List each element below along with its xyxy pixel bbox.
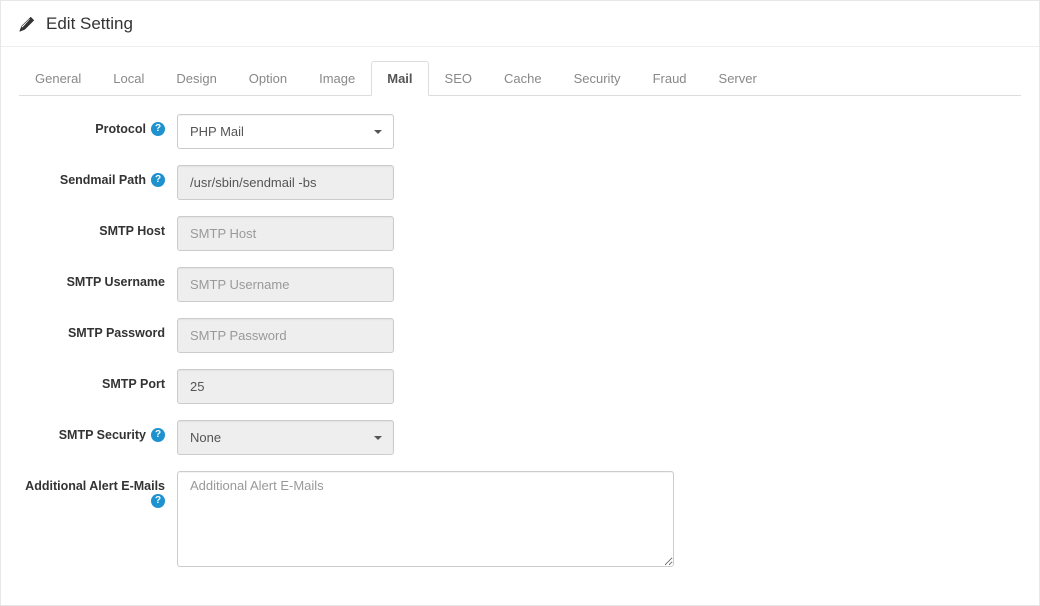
tab-image[interactable]: Image (303, 61, 371, 96)
row-smtp-security: SMTP Security ? (19, 420, 1021, 455)
smtp-host-input[interactable] (177, 216, 394, 251)
row-sendmail-path: Sendmail Path ? (19, 165, 1021, 200)
tab-security[interactable]: Security (558, 61, 637, 96)
label-smtp-port: SMTP Port (19, 369, 177, 391)
row-smtp-password: SMTP Password (19, 318, 1021, 353)
tab-seo[interactable]: SEO (429, 61, 488, 96)
tab-cache[interactable]: Cache (488, 61, 558, 96)
row-protocol: Protocol ? (19, 114, 1021, 149)
row-smtp-username: SMTP Username (19, 267, 1021, 302)
smtp-username-input[interactable] (177, 267, 394, 302)
mail-form: Protocol ? Sendmail Path ? (19, 114, 1021, 570)
panel-title: Edit Setting (46, 14, 133, 34)
help-icon[interactable]: ? (151, 173, 165, 187)
sendmail-path-input[interactable] (177, 165, 394, 200)
tab-server[interactable]: Server (703, 61, 773, 96)
label-smtp-security: SMTP Security ? (19, 420, 177, 442)
help-icon[interactable]: ? (151, 428, 165, 442)
settings-tabs: General Local Design Option Image Mail S… (19, 61, 1021, 96)
panel-heading: Edit Setting (1, 1, 1039, 47)
label-sendmail-path: Sendmail Path ? (19, 165, 177, 187)
tab-fraud[interactable]: Fraud (637, 61, 703, 96)
tab-general[interactable]: General (19, 61, 97, 96)
label-smtp-host: SMTP Host (19, 216, 177, 238)
tab-mail[interactable]: Mail (371, 61, 428, 96)
help-icon[interactable]: ? (151, 122, 165, 136)
help-icon[interactable]: ? (151, 494, 165, 508)
smtp-security-select[interactable] (177, 420, 394, 455)
row-smtp-host: SMTP Host (19, 216, 1021, 251)
tab-design[interactable]: Design (160, 61, 232, 96)
protocol-select-wrap (177, 114, 394, 149)
pencil-icon (19, 17, 34, 32)
row-alert-emails: Additional Alert E-Mails ? (19, 471, 1021, 570)
protocol-select[interactable] (177, 114, 394, 149)
row-smtp-port: SMTP Port (19, 369, 1021, 404)
smtp-password-input[interactable] (177, 318, 394, 353)
smtp-port-input[interactable] (177, 369, 394, 404)
label-alert-emails: Additional Alert E-Mails ? (19, 471, 177, 508)
settings-panel: Edit Setting General Local Design Option… (0, 0, 1040, 606)
tab-local[interactable]: Local (97, 61, 160, 96)
panel-body: General Local Design Option Image Mail S… (1, 47, 1039, 600)
smtp-security-select-wrap (177, 420, 394, 455)
label-protocol: Protocol ? (19, 114, 177, 136)
label-smtp-password: SMTP Password (19, 318, 177, 340)
alert-emails-textarea[interactable] (177, 471, 674, 567)
label-smtp-username: SMTP Username (19, 267, 177, 289)
tab-option[interactable]: Option (233, 61, 303, 96)
